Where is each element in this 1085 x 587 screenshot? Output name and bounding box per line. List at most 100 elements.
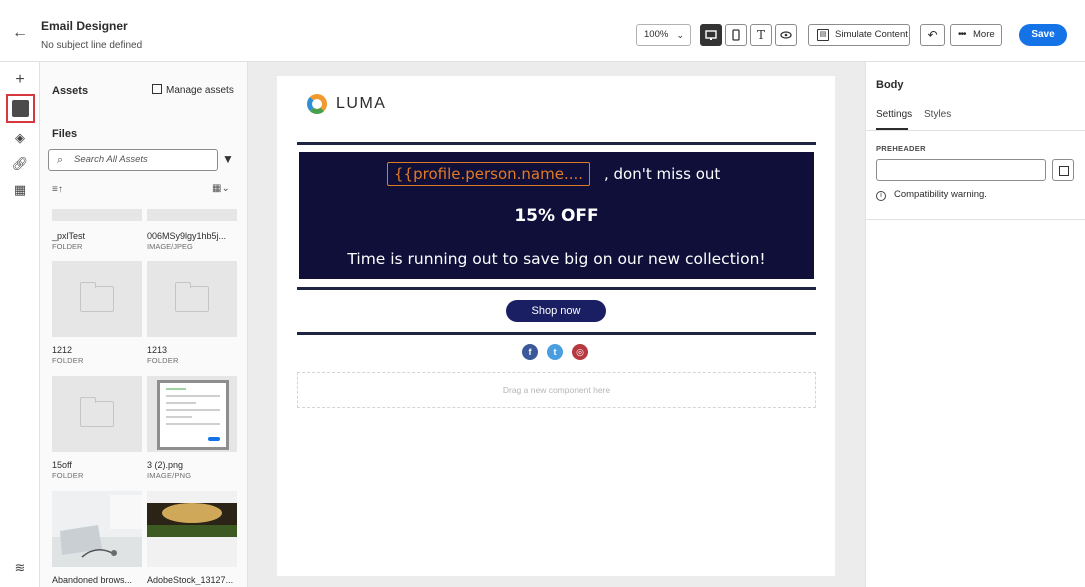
tab-styles[interactable]: Styles (924, 109, 951, 120)
files-heading: Files (52, 128, 78, 140)
headline-suffix: , don't miss out (604, 165, 721, 183)
asset-thumbnail[interactable] (147, 209, 237, 221)
text-icon: T (756, 28, 765, 42)
search-input[interactable]: ⌕ Search All Assets (48, 149, 218, 171)
folder-thumbnail (52, 376, 142, 452)
asset-type: IMAGE/JPEG (147, 242, 193, 251)
asset-type: IMAGE/PNG (147, 471, 192, 480)
facebook-icon[interactable]: f (522, 344, 538, 360)
asset-type: FOLDER (52, 242, 83, 251)
personalization-icon[interactable]: ≋ (10, 558, 30, 578)
list-item[interactable]: AdobeStock_13127... (147, 491, 237, 585)
asset-type: FOLDER (147, 356, 179, 365)
folder-icon (175, 282, 209, 312)
asset-type: FOLDER (52, 471, 84, 480)
more-icon: ••• (958, 29, 966, 40)
asset-name: AdobeStock_13127... (147, 575, 234, 585)
simulate-content-button[interactable]: ▤ Simulate Content (808, 24, 910, 46)
list-item[interactable]: _pxlTest FOLDER (52, 231, 85, 251)
subject-line-status: No subject line defined (41, 40, 143, 51)
undo-icon: ↶ (927, 28, 938, 42)
simulate-icon: ▤ (817, 29, 829, 41)
preview-button[interactable] (775, 24, 797, 46)
asset-thumbnail[interactable] (52, 209, 142, 221)
assets-panel: Assets Manage assets Files ⌕ Search All … (40, 62, 248, 587)
divider[interactable] (297, 287, 816, 290)
link-icon[interactable]: 🔗︎ (10, 154, 30, 174)
view-mode-group: T (700, 23, 800, 47)
luma-logo[interactable]: LUMA (307, 94, 386, 114)
manage-assets-link[interactable]: Manage assets (152, 84, 234, 96)
shop-now-button[interactable]: Shop now (506, 300, 606, 322)
asset-name: _pxlTest (52, 231, 86, 241)
fragments-icon[interactable]: ▦ (10, 180, 30, 200)
tab-divider (866, 130, 1085, 131)
personalization-token[interactable]: {{profile.person.name.... (387, 162, 591, 186)
save-button[interactable]: Save (1019, 24, 1067, 46)
laptop-photo (52, 491, 142, 567)
panel-divider (866, 219, 1085, 220)
list-item[interactable]: 1213 FOLDER (147, 261, 237, 365)
asset-name: 15off (52, 460, 72, 470)
list-item[interactable]: Abandoned brows... (52, 491, 142, 585)
desktop-view-button[interactable] (700, 24, 722, 46)
assets-title: Assets (52, 85, 89, 97)
image-thumbnail (52, 491, 142, 567)
list-item[interactable]: 15off FOLDER (52, 376, 142, 480)
search-placeholder: Search All Assets (74, 154, 148, 165)
filter-icon[interactable]: ▼ (222, 152, 234, 166)
mobile-view-button[interactable] (725, 24, 747, 46)
folder-icon (80, 282, 114, 312)
stadium-photo (147, 491, 237, 567)
desktop-icon (705, 29, 717, 40)
asset-type: FOLDER (52, 356, 84, 365)
twitter-icon[interactable]: t (547, 344, 563, 360)
manage-assets-label: Manage assets (166, 85, 234, 96)
asset-name: 1212 (52, 345, 73, 355)
folder-icon (80, 397, 114, 427)
promo-banner[interactable]: {{profile.person.name.... , don't miss o… (299, 152, 814, 279)
tagline-text: Time is running out to save big on our n… (347, 250, 766, 268)
personalization-button[interactable] (1052, 159, 1074, 181)
list-item[interactable]: 006MSy9lgy1hb5j... IMAGE/JPEG (147, 231, 226, 251)
screenshot-preview (157, 380, 229, 450)
divider[interactable] (297, 142, 816, 145)
email-body[interactable]: LUMA {{profile.person.name.... , don't m… (277, 76, 835, 576)
asset-name: Abandoned brows... (52, 575, 133, 585)
assets-icon (12, 100, 29, 117)
offer-text: 15% OFF (514, 206, 599, 226)
zoom-select[interactable]: 100% ⌄ (636, 24, 691, 46)
zoom-value: 100% (644, 29, 669, 40)
image-thumbnail (147, 376, 237, 452)
sort-icon[interactable]: ≡↑ (52, 184, 63, 195)
instagram-icon[interactable]: ◎ (572, 344, 588, 360)
grid-view-icon[interactable]: ▦⌄ (212, 183, 230, 194)
tab-settings[interactable]: Settings (876, 109, 912, 120)
assets-rail-button[interactable] (6, 94, 35, 123)
luma-logo-icon (307, 94, 327, 114)
undo-button[interactable]: ↶ (920, 24, 945, 46)
more-button[interactable]: ••• More (950, 24, 1002, 46)
preheader-label: PREHEADER (876, 144, 926, 153)
brand-name: LUMA (336, 95, 387, 112)
preheader-input[interactable] (876, 159, 1046, 181)
folder-thumbnail (147, 261, 237, 337)
search-icon: ⌕ (57, 154, 64, 166)
back-arrow-icon[interactable]: ← (12, 24, 28, 42)
divider[interactable] (297, 332, 816, 335)
asset-name: 3 (2).png (147, 460, 184, 470)
text-view-button[interactable]: T (750, 24, 772, 46)
left-rail: + ◈ 🔗︎ ▦ ≋ (0, 62, 40, 587)
list-item[interactable]: 1212 FOLDER (52, 261, 142, 365)
asset-name: 006MSy9lgy1hb5j... (147, 231, 227, 241)
external-link-icon (152, 84, 162, 94)
layers-icon[interactable]: ◈ (10, 128, 30, 148)
app-title: Email Designer (41, 19, 128, 33)
list-item[interactable]: 3 (2).png IMAGE/PNG (147, 376, 237, 480)
image-thumbnail (147, 491, 237, 567)
dropzone[interactable]: Drag a new component here (297, 372, 816, 408)
add-icon[interactable]: + (10, 70, 30, 90)
eye-icon (780, 31, 792, 39)
chevron-down-icon: ⌄ (676, 30, 684, 40)
properties-panel: Body Settings Styles PREHEADER i Compatib… (865, 62, 1085, 587)
